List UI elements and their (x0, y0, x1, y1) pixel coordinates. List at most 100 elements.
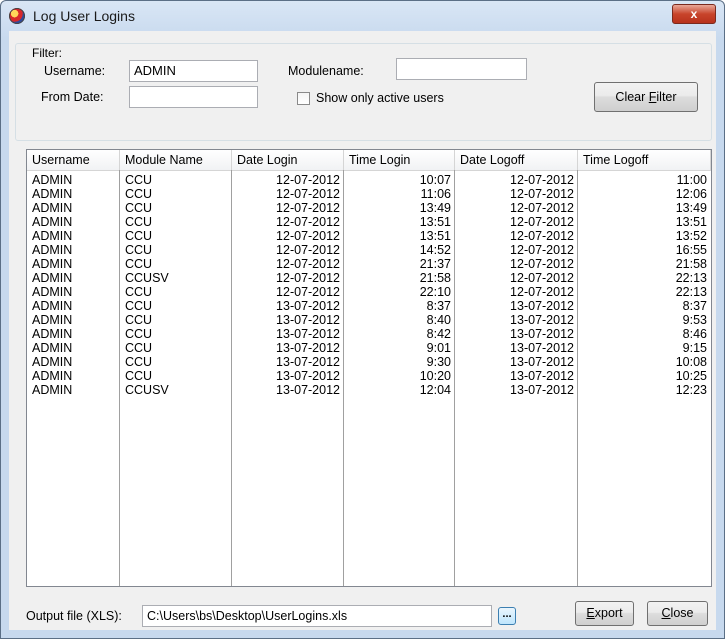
table-cell: 9:30 (426, 355, 451, 369)
table-cell: 13-07-2012 (276, 313, 340, 327)
table-cell: 11:06 (420, 187, 451, 201)
table-cell: 12:04 (419, 383, 451, 397)
table-cell: 13-07-2012 (510, 383, 574, 397)
table-cell: CCU (125, 369, 153, 383)
output-file-input[interactable]: C:\Users\bs\Desktop\UserLogins.xls (142, 605, 492, 627)
table-cell: 13-07-2012 (276, 327, 340, 341)
active-only-checkbox[interactable] (297, 92, 310, 105)
username-input[interactable]: ADMIN (129, 60, 258, 82)
table-cell: 11:00 (676, 173, 707, 187)
modulename-label: Modulename: (288, 64, 364, 78)
table-row[interactable]: ADMIN CCU 12-07-2012 13:51 12-07-2012 13:51 (27, 215, 711, 229)
table-cell: 22:13 (675, 271, 707, 285)
table-cell: 13-07-2012 (276, 341, 340, 355)
user-logins-table[interactable]: Username Module Name Date Login Time Login D… (26, 149, 712, 587)
table-cell: ADMIN (32, 271, 73, 285)
table-cell: 13-07-2012 (276, 383, 340, 397)
table-cell: 12-07-2012 (510, 187, 574, 201)
table-cell: 12-07-2012 (276, 229, 340, 243)
table-row[interactable]: ADMIN CCU 13-07-2012 8:42 13-07-2012 8:46 (27, 327, 711, 341)
table-cell: 13:51 (675, 215, 707, 229)
table-cell: 16:55 (675, 243, 707, 257)
fromdate-input[interactable] (129, 86, 258, 108)
table-cell: CCU (125, 187, 153, 201)
table-cell: CCU (125, 341, 153, 355)
table-cell: ADMIN (32, 201, 73, 215)
clear-filter-button[interactable]: Clear Filter (594, 82, 698, 112)
close-button[interactable]: Close (647, 601, 708, 626)
column-header[interactable]: Date Logoff (455, 150, 578, 170)
table-cell: CCU (125, 327, 153, 341)
table-cell: 9:15 (682, 341, 707, 355)
table-cell: CCU (125, 215, 153, 229)
table-row[interactable]: ADMIN CCU 13-07-2012 8:40 13-07-2012 9:53 (27, 313, 711, 327)
table-cell: 12-07-2012 (510, 243, 574, 257)
table-cell: 9:53 (682, 313, 707, 327)
table-cell: 12-07-2012 (276, 285, 340, 299)
table-cell: 14:52 (419, 243, 451, 257)
table-cell: 12-07-2012 (276, 257, 340, 271)
browse-button[interactable]: ... (498, 607, 516, 625)
table-cell: 13-07-2012 (510, 369, 574, 383)
title-bar[interactable]: Log User Logins x (1, 1, 724, 31)
table-row[interactable]: ADMIN CCU 12-07-2012 21:37 12-07-2012 21:58 (27, 257, 711, 271)
table-cell: ADMIN (32, 327, 73, 341)
table-row[interactable]: ADMIN CCUSV 13-07-2012 12:04 13-07-2012 12:23 (27, 383, 711, 397)
column-header[interactable]: Date Login (232, 150, 344, 170)
column-header[interactable]: Time Login (344, 150, 455, 170)
table-cell: 13-07-2012 (510, 355, 574, 369)
fromdate-label: From Date: (41, 90, 104, 104)
table-row[interactable]: ADMIN CCU 12-07-2012 10:07 12-07-2012 11:00 (27, 173, 711, 187)
table-cell: 12-07-2012 (510, 271, 574, 285)
table-cell: ADMIN (32, 243, 73, 257)
table-cell: 12-07-2012 (510, 229, 574, 243)
filter-group-label: Filter: (30, 46, 64, 60)
window-close-button[interactable]: x (672, 4, 716, 24)
column-header[interactable]: Module Name (120, 150, 232, 170)
modulename-input[interactable] (396, 58, 527, 80)
filter-groupbox: Filter: Username: ADMIN Modulename: From… (15, 43, 712, 141)
column-divider (231, 170, 232, 586)
table-cell: 9:01 (426, 341, 451, 355)
table-row[interactable]: ADMIN CCU 13-07-2012 9:01 13-07-2012 9:15 (27, 341, 711, 355)
column-header[interactable]: Time Logoff (578, 150, 711, 170)
table-cell: 21:37 (419, 257, 451, 271)
table-cell: ADMIN (32, 341, 73, 355)
table-cell: 13-07-2012 (510, 327, 574, 341)
table-row[interactable]: ADMIN CCU 13-07-2012 10:20 13-07-2012 10:25 (27, 369, 711, 383)
table-cell: 13-07-2012 (510, 299, 574, 313)
table-row[interactable]: ADMIN CCU 12-07-2012 22:10 12-07-2012 22:13 (27, 285, 711, 299)
table-row[interactable]: ADMIN CCU 12-07-2012 11:06 12-07-2012 12:06 (27, 187, 711, 201)
active-only-label[interactable]: Show only active users (316, 91, 444, 105)
table-cell: 8:37 (426, 299, 451, 313)
table-cell: 8:46 (682, 327, 707, 341)
column-header[interactable]: Username (27, 150, 120, 170)
table-row[interactable]: ADMIN CCU 13-07-2012 9:30 13-07-2012 10:08 (27, 355, 711, 369)
table-row[interactable]: ADMIN CCU 12-07-2012 13:49 12-07-2012 13:49 (27, 201, 711, 215)
table-cell: CCUSV (125, 383, 169, 397)
table-row[interactable]: ADMIN CCU 12-07-2012 13:51 12-07-2012 13:52 (27, 229, 711, 243)
table-cell: CCU (125, 299, 153, 313)
clear-filter-label: Clear Filter (615, 90, 677, 104)
table-cell: 21:58 (419, 271, 451, 285)
table-row[interactable]: ADMIN CCU 12-07-2012 14:52 12-07-2012 16:55 (27, 243, 711, 257)
export-button[interactable]: Export (575, 601, 634, 626)
output-file-label: Output file (XLS): (26, 609, 122, 623)
table-cell: ADMIN (32, 187, 73, 201)
table-cell: ADMIN (32, 369, 73, 383)
table-cell: 12-07-2012 (510, 173, 574, 187)
table-row[interactable]: ADMIN CCU 13-07-2012 8:37 13-07-2012 8:37 (27, 299, 711, 313)
column-divider (454, 170, 455, 586)
table-cell: CCU (125, 229, 153, 243)
table-cell: ADMIN (32, 313, 73, 327)
table-row[interactable]: ADMIN CCUSV 12-07-2012 21:58 12-07-2012 22:13 (27, 271, 711, 285)
table-cell: 12-07-2012 (276, 173, 340, 187)
table-cell: 10:20 (419, 369, 451, 383)
column-divider (343, 170, 344, 586)
table-cell: 13:49 (419, 201, 451, 215)
table-cell: 22:10 (419, 285, 451, 299)
table-cell: 12-07-2012 (276, 201, 340, 215)
table-cell: CCU (125, 173, 153, 187)
table-cell: 12-07-2012 (510, 285, 574, 299)
username-label: Username: (44, 64, 106, 78)
